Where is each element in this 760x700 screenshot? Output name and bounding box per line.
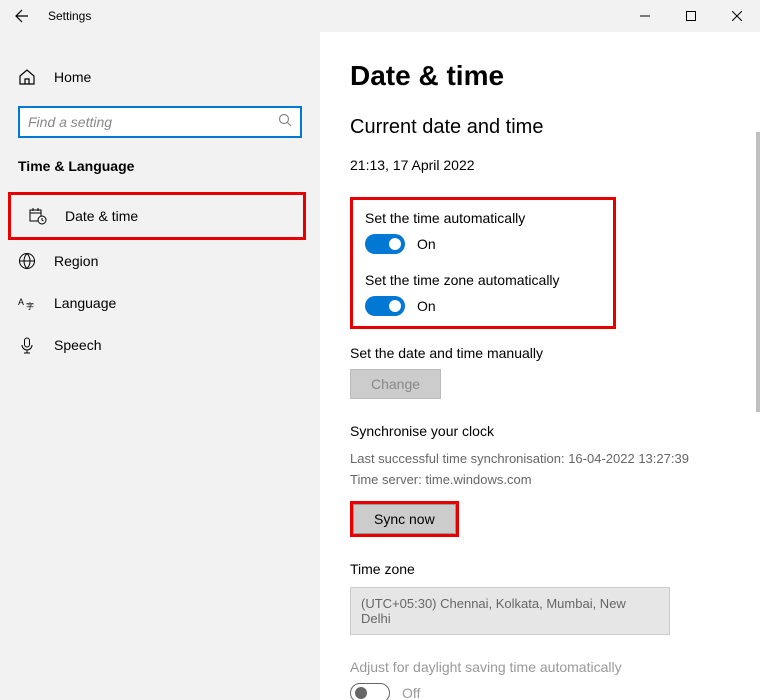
sidebar-item-region[interactable]: Region [0,240,320,282]
close-icon [732,11,742,21]
auto-tz-state: On [417,298,436,314]
home-label: Home [54,69,91,85]
toggle-knob [389,300,401,312]
search-icon [278,113,292,132]
auto-time-state: On [417,236,436,252]
change-button: Change [350,369,441,399]
sync-info: Last successful time synchronisation: 16… [350,449,730,491]
search-box[interactable] [18,106,302,138]
home-nav[interactable]: Home [0,56,320,98]
manual-section: Set the date and time manually Change [350,345,730,399]
dst-toggle-row: Off [350,683,730,700]
timezone-section: Time zone (UTC+05:30) Chennai, Kolkata, … [350,561,730,635]
language-icon: A字 [18,294,36,312]
current-heading: Current date and time [350,116,730,139]
auto-time-toggle[interactable] [365,234,405,254]
sidebar-item-label: Region [54,253,98,269]
category-header: Time & Language [0,158,320,192]
timezone-dropdown: (UTC+05:30) Chennai, Kolkata, Mumbai, Ne… [350,587,670,635]
sidebar-item-label: Language [54,295,116,311]
close-button[interactable] [714,0,760,32]
toggle-knob [389,238,401,250]
sidebar-item-label: Speech [54,337,101,353]
microphone-icon [18,336,36,354]
manual-label: Set the date and time manually [350,345,730,361]
dst-section: Adjust for daylight saving time automati… [350,659,730,700]
dst-toggle [350,683,390,700]
search-input[interactable] [28,114,278,130]
auto-tz-group: Set the time zone automatically On [365,272,601,316]
nav-highlight: Date & time [8,192,306,240]
scrollbar[interactable] [756,132,760,412]
auto-tz-toggle[interactable] [365,296,405,316]
auto-tz-label: Set the time zone automatically [365,272,601,288]
auto-time-toggle-row: On [365,234,601,254]
main-panel: Date & time Current date and time 21:13,… [320,32,760,700]
window-controls [622,0,760,32]
titlebar: Settings [0,0,760,32]
timezone-heading: Time zone [350,561,730,577]
svg-text:字: 字 [26,301,34,311]
sync-now-button[interactable]: Sync now [353,504,456,534]
maximize-button[interactable] [668,0,714,32]
dst-state: Off [402,685,420,700]
globe-icon [18,252,36,270]
sidebar-item-language[interactable]: A字 Language [0,282,320,324]
sidebar-item-label: Date & time [65,208,138,224]
minimize-icon [640,11,650,21]
sync-last: Last successful time synchronisation: 16… [350,449,730,470]
current-datetime: 21:13, 17 April 2022 [350,157,730,173]
maximize-icon [686,11,696,21]
sync-button-highlight: Sync now [350,501,459,537]
auto-time-label: Set the time automatically [365,210,601,226]
minimize-button[interactable] [622,0,668,32]
sync-server: Time server: time.windows.com [350,470,730,491]
sync-section: Synchronise your clock Last successful t… [350,423,730,537]
auto-time-group: Set the time automatically On [365,210,601,254]
content: Home Time & Language Date & time [0,32,760,700]
calendar-clock-icon [29,207,47,225]
home-icon [18,68,36,86]
sync-heading: Synchronise your clock [350,423,730,439]
svg-text:A: A [18,297,24,307]
sidebar-item-speech[interactable]: Speech [0,324,320,366]
page-title: Date & time [350,60,730,92]
back-button[interactable] [12,6,32,26]
sidebar: Home Time & Language Date & time [0,32,320,700]
back-arrow-icon [14,8,30,24]
auto-tz-toggle-row: On [365,296,601,316]
window-title: Settings [48,9,91,23]
dst-label: Adjust for daylight saving time automati… [350,659,730,675]
titlebar-left: Settings [12,6,91,26]
toggle-knob [355,687,367,699]
search-wrap [0,106,320,138]
auto-settings-highlight: Set the time automatically On Set the ti… [350,197,616,329]
sidebar-item-datetime[interactable]: Date & time [11,195,303,237]
